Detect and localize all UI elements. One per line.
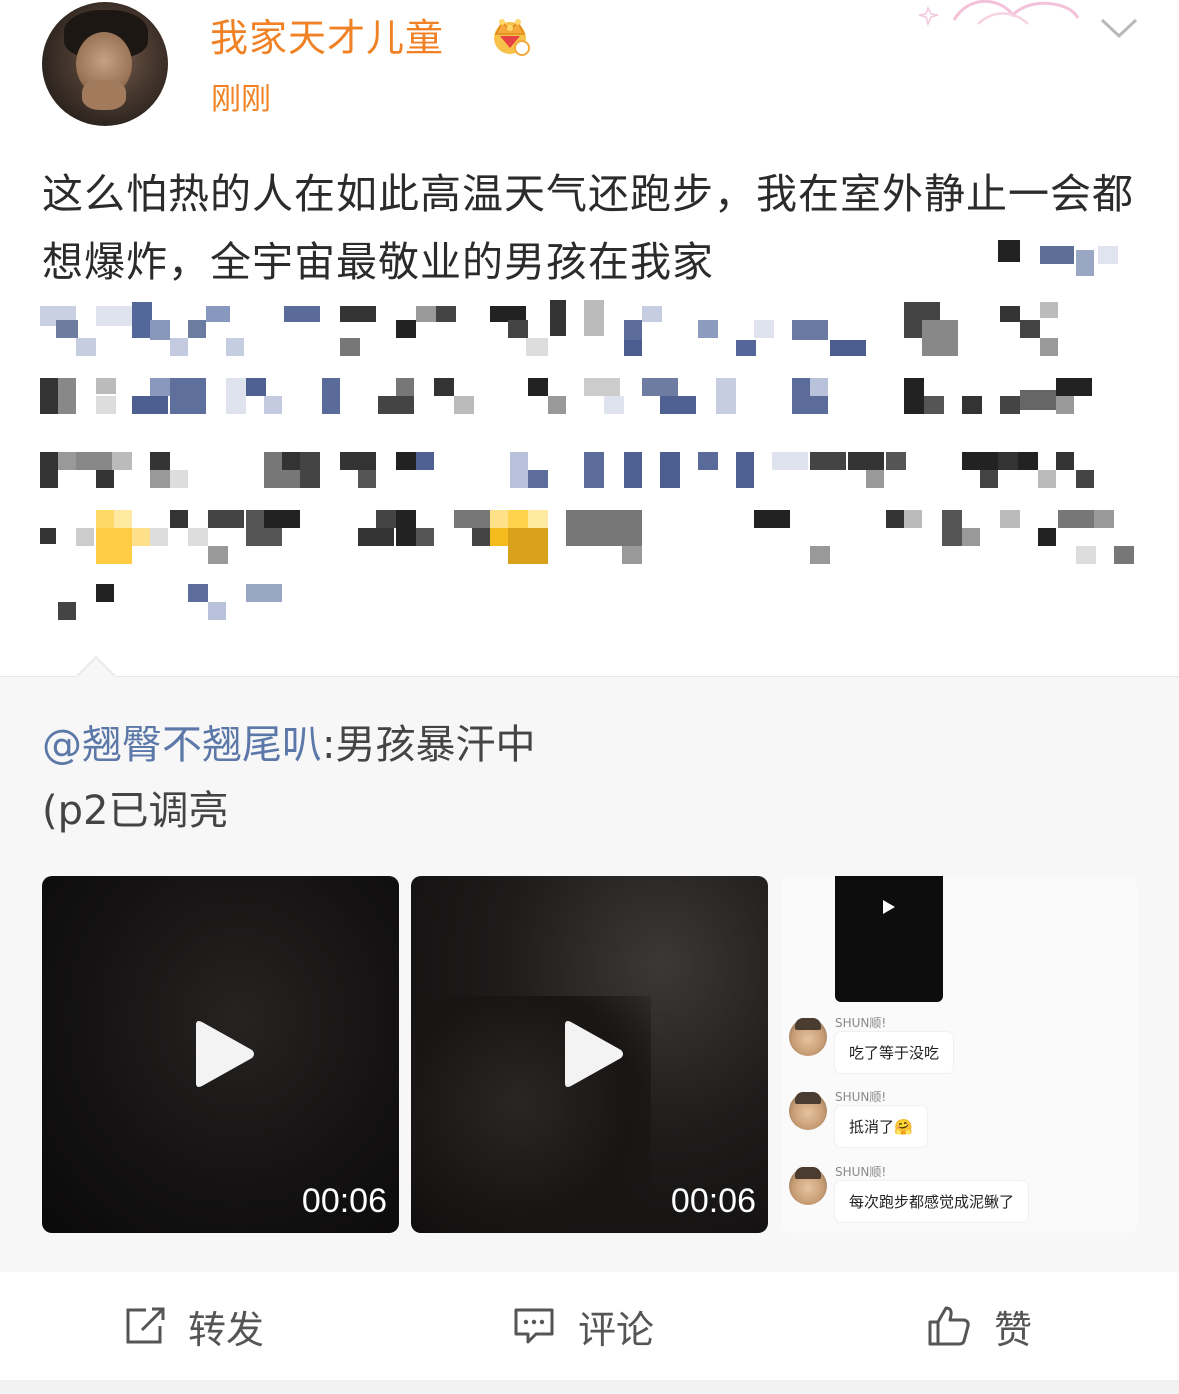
repost-message: :男孩暴汗中: [322, 722, 536, 768]
chat-screenshot-image[interactable]: SHUN顺! 吃了等于没吃 SHUN顺! 抵消了🤗 SHUN顺! 每次跑步都感觉…: [781, 876, 1137, 1233]
play-icon: [883, 900, 895, 914]
chat-video-thumbnail: [835, 876, 943, 1002]
chat-avatar: [789, 1018, 827, 1056]
chat-bubble: 每次跑步都感觉成泥鳅了: [835, 1181, 1029, 1222]
chat-bubble: 吃了等于没吃: [835, 1032, 954, 1073]
comment-button[interactable]: 评论: [512, 1272, 654, 1380]
play-icon[interactable]: [192, 1019, 256, 1089]
like-button[interactable]: 赞: [926, 1272, 1032, 1380]
video-duration: 00:06: [301, 1182, 387, 1220]
video-duration: 00:06: [670, 1182, 756, 1220]
play-icon[interactable]: [561, 1019, 625, 1089]
chat-avatar: [789, 1092, 827, 1130]
action-bar: 转发 评论 赞: [0, 1272, 1179, 1380]
like-label: 赞: [994, 1307, 1033, 1352]
comment-icon: [514, 1308, 554, 1344]
chat-avatar: [789, 1167, 827, 1205]
repost-button[interactable]: 转发: [124, 1272, 264, 1380]
repost-line2: (p2已调亮: [42, 788, 229, 834]
chat-sender: SHUN顺!: [835, 1090, 887, 1104]
chat-sender: SHUN顺!: [835, 1016, 887, 1030]
video-thumbnail-2[interactable]: 00:06: [411, 876, 768, 1233]
repost-label: 转发: [188, 1307, 265, 1352]
pixelated-text-block: [40, 240, 1134, 620]
thumbs-up-icon: [928, 1306, 970, 1346]
chat-sender: SHUN顺!: [835, 1165, 887, 1179]
repost-notch: [76, 656, 116, 678]
video-thumbnail-1[interactable]: 00:06: [42, 876, 399, 1233]
repost-user-link[interactable]: @翘臀不翘尾叭: [42, 722, 322, 768]
repost-text: @翘臀不翘尾叭:男孩暴汗中 (p2已调亮: [42, 712, 535, 844]
chat-bubble: 抵消了🤗: [835, 1106, 927, 1147]
comment-label: 评论: [578, 1307, 655, 1352]
bottom-divider: [0, 1380, 1179, 1394]
share-icon: [126, 1307, 165, 1344]
